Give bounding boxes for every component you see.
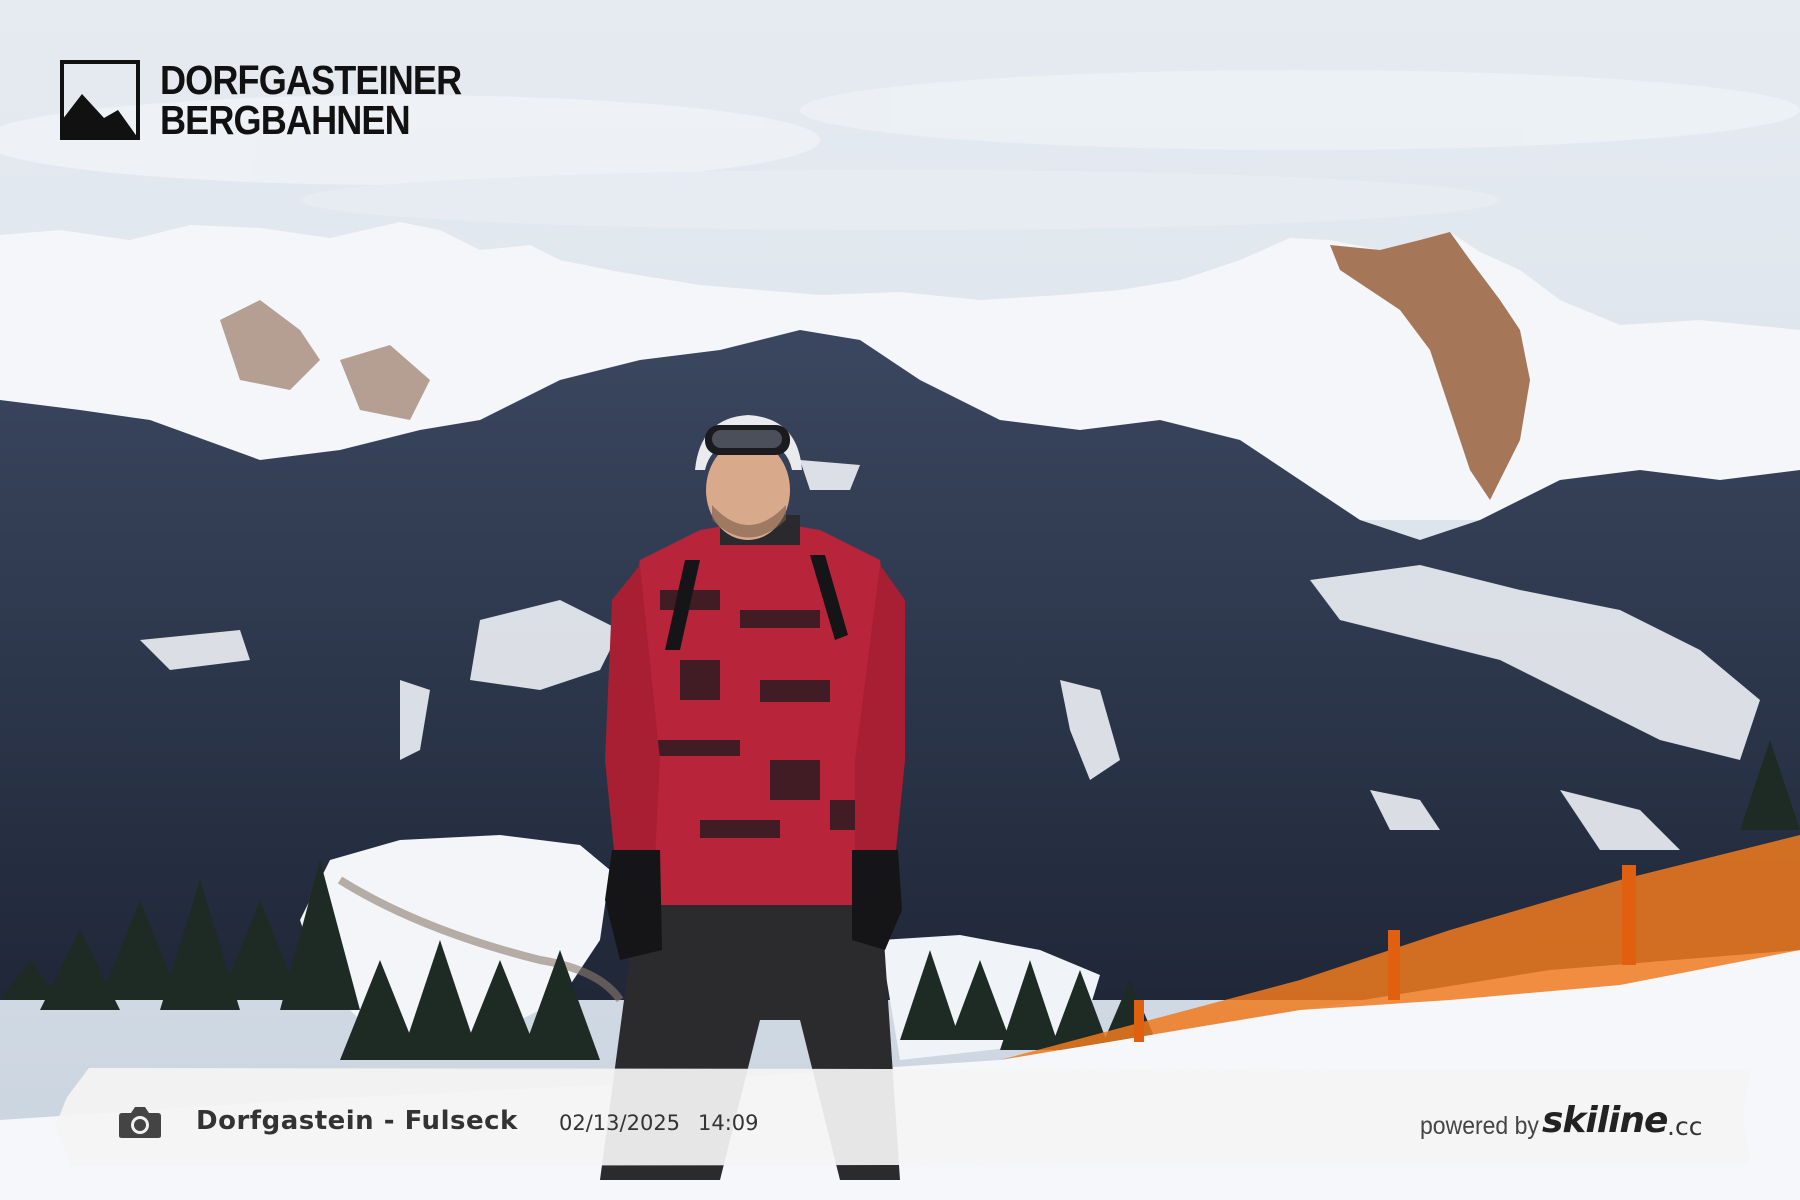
logo-line-2: BERGBAHNEN <box>160 97 411 143</box>
powered-by-label: powered by <box>1420 1112 1539 1140</box>
mountain-scene <box>0 0 1800 1200</box>
logo-text: DORFGASTEINER BERGBAHNEN <box>160 57 462 143</box>
mountain-logo-icon <box>60 60 140 140</box>
brand-name: skiline <box>1542 1100 1668 1141</box>
location-label: Dorfgastein - Fulseck <box>196 1106 518 1136</box>
photo-time: 14:09 <box>698 1111 759 1135</box>
logo-line-1: DORFGASTEINER <box>160 57 462 103</box>
logo: DORFGASTEINER BERGBAHNEN <box>60 57 502 143</box>
brand-domain: .cc <box>1667 1112 1703 1141</box>
photo-date: 02/13/2025 <box>559 1111 681 1135</box>
camera-icon <box>119 1107 161 1138</box>
